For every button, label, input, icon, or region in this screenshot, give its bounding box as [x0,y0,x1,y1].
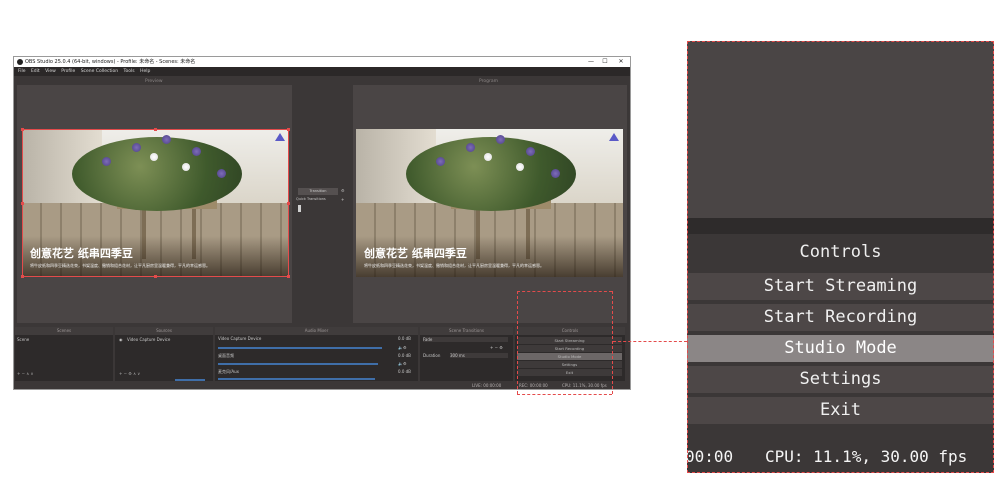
close-button[interactable]: ✕ [614,57,628,67]
highlight-box-bottom [517,394,612,395]
resize-handle[interactable] [21,275,24,278]
minimize-button[interactable]: — [584,57,598,67]
program-subcaption: 将牛皮纸和四季豆精选花束，书架温度、撤销和组合花材，让平凡厨房里温暖兼得，平凡的… [364,263,544,268]
zoomed-controls-title: Controls [687,236,994,268]
preview-label: Preview [145,79,163,84]
program-label: Program [479,79,498,84]
resize-handle[interactable] [287,202,290,205]
cpu-usage: CPU: 11.1%, 30.00 fps [562,383,607,388]
resize-handle[interactable] [154,128,157,131]
live-timer: LIVE: 00:00:00 [472,383,502,388]
sources-dock-title: Sources [115,327,213,335]
resize-handle[interactable] [287,275,290,278]
zoomed-exit-button[interactable]: Exit [687,397,994,424]
speaker-icon[interactable]: 🔈⚙ [398,361,407,366]
scenes-dock-title: Scenes [15,327,113,335]
highlight-box-top [517,291,612,292]
scene-list-item[interactable]: Scene [17,337,29,342]
exit-button[interactable]: Exit [517,369,622,376]
menu-scene-collection[interactable]: Scene Collection [81,69,118,74]
mixer-channel-db: 0.0 dB [398,369,411,374]
mixer-channel-db: 0.0 dB [398,353,411,358]
zoomed-studio-mode-button[interactable]: Studio Mode [687,335,994,362]
sources-scrollbar[interactable] [175,379,205,381]
scene-transitions-dock: Scene Transitions Fade + − ⚙ Duration 30… [420,327,513,381]
volume-slider[interactable] [218,363,378,365]
controls-dock: Controls Start Streaming Start Recording… [515,327,625,381]
source-selection-box[interactable] [22,129,289,277]
mixer-channel-db: 0.0 dB [398,336,411,341]
zoomed-program-area [687,41,994,218]
add-remove-transition-icon[interactable]: + − ⚙ [490,345,503,350]
zoomed-start-streaming-button[interactable]: Start Streaming [687,273,994,300]
speaker-icon[interactable]: 🔈⚙ [398,345,407,350]
start-recording-button[interactable]: Start Recording [517,345,622,352]
connector-line [613,341,687,342]
scene-transitions-title: Scene Transitions [420,327,513,335]
zoomed-status-bar: 00:00 CPU: 11.1%, 30.00 fps [687,441,994,473]
preview-pane[interactable]: Preview 创意花艺 纸串四季豆 将牛皮纸和四季豆精选花束，书架温度、撤销和… [17,79,292,323]
maximize-button[interactable]: ☐ [598,57,612,67]
zoomed-start-recording-button[interactable]: Start Recording [687,304,994,331]
highlight-box-right [612,291,613,394]
eye-icon[interactable]: ◉ [119,337,123,342]
controls-dock-title: Controls [515,327,625,335]
mixer-channel-name: Video Capture Device [218,336,262,341]
volume-slider[interactable] [218,378,375,380]
program-video: 创意花艺 纸串四季豆 将牛皮纸和四季豆精选花束，书架温度、撤销和组合花材，让平凡… [356,129,623,277]
zoomed-controls-panel: Controls Start Streaming Start Recording… [687,41,994,473]
quick-transitions-label: Quick Transitions [296,197,326,201]
program-caption: 创意花艺 纸串四季豆 [364,247,467,260]
resize-handle[interactable] [21,128,24,131]
zoomed-settings-button[interactable]: Settings [687,366,994,393]
logo-icon [609,133,619,141]
start-streaming-button[interactable]: Start Streaming [517,337,622,344]
studio-mode-button[interactable]: Studio Mode [517,353,622,360]
menu-profile[interactable]: Profile [61,69,75,74]
menu-tools[interactable]: Tools [124,69,135,74]
menu-edit[interactable]: Edit [31,69,40,74]
window-title: OBS Studio 25.0.4 (64-bit, windows) - Pr… [25,59,196,65]
menu-help[interactable]: Help [140,69,150,74]
transition-button[interactable]: Transition [298,188,338,195]
obs-window: OBS Studio 25.0.4 (64-bit, windows) - Pr… [14,57,630,389]
obs-logo-icon [17,59,23,65]
transition-panel: Transition ⚙ Quick Transitions + [295,85,350,323]
zoomed-rec-time: 00:00 [687,447,734,466]
scenes-dock: Scenes Scene + − ∧ ∨ [15,327,113,381]
audio-mixer-dock: Audio Mixer Video Capture Device 0.0 dB … [215,327,418,381]
add-scene-icon[interactable]: + − ∧ ∨ [17,371,33,376]
gear-icon[interactable]: ⚙ [341,188,345,193]
program-pane: Program 创意花艺 纸串四季豆 将牛皮纸和四季豆精选花束，书架温度、撤销和… [353,79,627,323]
menu-bar: File Edit View Profile Scene Collection … [14,67,630,76]
rec-timer: REC: 00:00:00 [519,383,548,388]
zoomed-divider [687,218,994,234]
resize-handle[interactable] [287,128,290,131]
title-bar: OBS Studio 25.0.4 (64-bit, windows) - Pr… [14,57,630,67]
resize-handle[interactable] [154,275,157,278]
add-transition-icon[interactable]: + [341,197,344,202]
highlight-box-left [517,291,518,394]
menu-view[interactable]: View [45,69,56,74]
add-source-icon[interactable]: + − ⚙ ∧ ∨ [119,371,140,376]
mixer-channel-name: 麦克风/Aux [218,369,239,374]
zoomed-cpu-usage: CPU: 11.1%, 30.00 fps [765,447,968,466]
menu-file[interactable]: File [18,69,26,74]
source-list-item[interactable]: Video Capture Device [127,337,170,342]
settings-button[interactable]: Settings [517,361,622,368]
sources-dock: Sources ◉ Video Capture Device + − ⚙ ∧ ∨ [115,327,213,381]
transition-slider[interactable] [298,205,301,212]
duration-label: Duration [423,353,441,358]
transition-type-select[interactable]: Fade [423,337,508,342]
mixer-channel-name: 桌面音频 [218,353,234,358]
volume-slider[interactable] [218,347,382,349]
duration-input[interactable]: 300 ms [450,353,508,358]
resize-handle[interactable] [21,202,24,205]
audio-mixer-title: Audio Mixer [215,327,418,335]
